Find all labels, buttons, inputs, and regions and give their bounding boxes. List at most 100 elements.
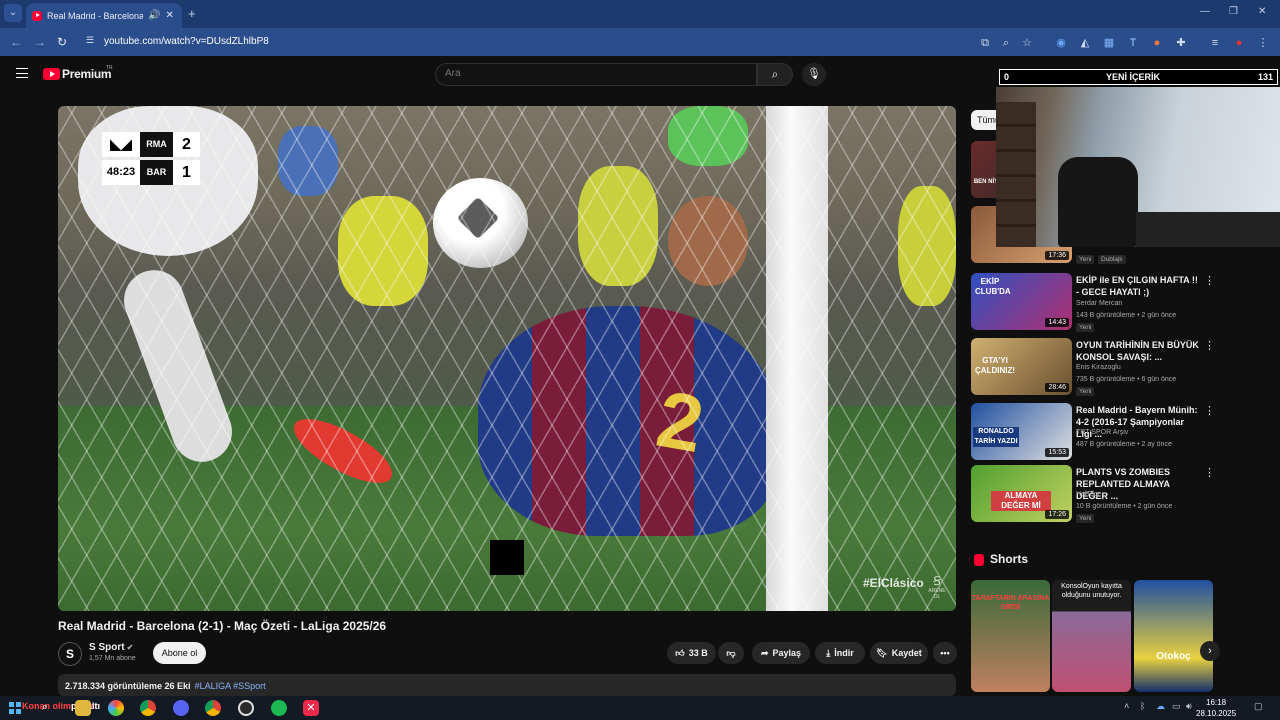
extension-icon[interactable]: ◉ [1054,36,1068,50]
webcam-desk [1136,212,1280,247]
short-caption: TARAFTARIN ARASINA GİRDİ [971,595,1050,611]
translate-icon[interactable]: T [1126,36,1140,50]
more-vertical-icon[interactable]: ⋮ [1204,466,1215,479]
install-app-icon[interactable]: ⧉ [978,36,992,50]
youtube-logo-icon[interactable] [43,68,60,80]
new-badge: Yeni [1076,514,1095,523]
tab-search-button[interactable]: ⌄ [4,4,22,22]
like-button[interactable]: 👍︎ 33 B [667,642,716,664]
extension-icon[interactable]: ▦ [1102,36,1116,50]
shorts-icon [974,554,984,566]
chevron-up-icon[interactable]: ˄ [1124,701,1129,711]
cloud-icon[interactable]: ☁ [1156,701,1165,712]
tray-clock[interactable]: 16:18 28.10.2025 [1196,697,1236,719]
channel-avatar[interactable]: S [58,642,82,666]
laliga-logo-icon: ◣◢ [102,132,140,157]
windows-start-icon[interactable] [9,702,21,714]
away-score: 1 [173,160,200,185]
more-vertical-icon[interactable]: ⋮ [1204,274,1215,287]
reload-icon[interactable]: ↻ [57,35,67,49]
home-score: 2 [173,132,200,157]
address-bar[interactable]: ☰ youtube.com/watch?v=DUsdZLhlbP8 ⧉ ⌕ ☆ … [80,31,1269,53]
minimize-icon[interactable]: — [1200,6,1210,17]
notification-icon[interactable]: ▢ [1254,701,1263,712]
redaction-block [490,540,524,575]
recommendation-thumbnail[interactable]: EKİP CLUB'DA 14:43 [971,273,1072,330]
verified-check-icon: ✔ [126,643,134,652]
recommendation-title[interactable]: OYUN TARİHİNİN EN BÜYÜK KONSOL SAVAŞI: .… [1076,339,1201,363]
share-button[interactable]: ➦ Paylaş [752,642,810,664]
more-vertical-icon[interactable]: ⋮ [1204,339,1215,352]
channel-name-text[interactable]: S Sport [89,642,125,653]
hamburger-menu-icon[interactable] [16,68,28,78]
save-button[interactable]: 🔖︎ Kaydet [870,642,928,664]
bluetooth-icon[interactable]: ᛒ [1140,701,1145,711]
video-player[interactable]: 2 ◣◢ RMA 2 48:23 BAR 1 #ElClásico Ꞩ AREN… [58,106,956,611]
brand-label[interactable]: Premium [62,67,112,81]
site-info-icon[interactable]: ☰ [86,35,98,47]
media-icon[interactable]: ≡ [1208,36,1222,50]
recommendation-title[interactable]: EKİP ile EN ÇILGIN HAFTA !! - GECE HAYAT… [1076,274,1201,298]
recommendation-channel[interactable]: Serdar Mercan [1076,300,1122,307]
search-box[interactable] [435,63,757,86]
recommendation-channel[interactable]: Enis Kirazoglu [1076,364,1121,371]
app-icon[interactable]: ✕ [303,700,319,716]
forward-icon[interactable]: → [34,35,46,49]
extension-icon[interactable]: ● [1150,36,1164,50]
recommendation-thumbnail[interactable]: RONALDO TARİH YAZDI 15:53 [971,403,1072,460]
hashtags[interactable]: #LALIGA #SSport [195,681,266,691]
search-input[interactable] [445,68,725,79]
thumbs-down-icon: 👎︎ [726,647,736,658]
download-icon: ⤓ [826,647,831,658]
recommendation-channel[interactable]: HelTegr [1076,491,1100,498]
short-card[interactable]: TARAFTARIN ARASINA GİRDİ [971,580,1050,692]
shorts-next-button[interactable]: › [1200,641,1220,661]
search-button[interactable]: ⌕ [757,63,793,86]
recommendation-thumbnail[interactable]: GTA'YI ÇALDINIZ! 28:46 [971,338,1072,395]
back-icon[interactable]: ← [10,35,22,49]
download-button[interactable]: ⤓ İndir [815,642,865,664]
discord-icon[interactable] [173,700,189,716]
voice-search-button[interactable]: 🎙 [802,63,826,86]
url-text[interactable]: youtube.com/watch?v=DUsdZLhlbP8 [104,36,269,47]
file-explorer-icon[interactable] [75,700,91,716]
away-team: BAR [140,160,173,185]
avatar[interactable]: ● [1232,36,1246,50]
search-icon[interactable]: ⌕ [42,701,58,717]
new-tab-icon[interactable]: + [188,6,196,21]
recommendation-channel[interactable]: TRT SPOR Arşiv [1076,429,1128,436]
chrome-icon[interactable] [140,700,156,716]
microphone-icon: 🎙 [807,68,821,80]
restore-icon[interactable]: ❐ [1229,6,1238,17]
short-card[interactable]: Otokoç [1134,580,1213,692]
speaker-icon[interactable]: 🔊 [148,10,160,21]
dislike-button[interactable]: 👎︎ [718,642,744,664]
duration-badge: 28:46 [1045,383,1069,392]
puzzle-icon[interactable]: ✚ [1174,36,1188,50]
more-vertical-icon[interactable]: ⋮ [1204,404,1215,417]
recommendation-thumbnail[interactable]: ALMAYA DEĞER Mİ 17:26 [971,465,1072,522]
more-actions-button[interactable]: ••• [933,642,957,664]
network-icon[interactable]: ▭ [1172,701,1181,712]
subscribe-button[interactable]: Abone ol [153,642,206,664]
new-badge: Yeni [1076,255,1095,264]
tab-active[interactable]: Real Madrid - Barcelona (2-1) - Maç Özet… [26,3,182,28]
browser-toolbar: ← → ↻ ☰ youtube.com/watch?v=DUsdZLhlbP8 … [0,28,1280,56]
close-icon[interactable]: ✕ [165,10,173,21]
taskbar: Konan olimpiadar penaltı ⌕ ✕ ˄ ᛒ ☁ ▭ 🔊︎ … [0,696,1280,720]
chrome-icon[interactable] [205,700,221,716]
app-icon[interactable] [108,700,124,716]
description-box[interactable]: 2.718.334 görüntüleme 26 Eki #LALIGA #SSp… [58,674,956,696]
extension-icon[interactable]: ◭ [1078,36,1092,50]
zoom-icon[interactable]: ⌕ [999,36,1013,50]
kebab-menu-icon[interactable]: ⋮ [1256,36,1270,50]
short-card[interactable]: KonsolOyun kayıtta olduğunu unutuyor. [1052,580,1131,692]
bookmark-star-icon[interactable]: ☆ [1020,36,1034,50]
overlay-label: YENİ İÇERİK [1106,72,1161,82]
window-close-icon[interactable]: ✕ [1258,6,1266,17]
obs-icon[interactable] [238,700,254,716]
channel-name[interactable]: S Sport ✔ [89,642,133,653]
spotify-icon[interactable] [271,700,287,716]
volume-icon[interactable]: 🔊︎ [1186,701,1192,712]
hashtag-watermark: #ElClásico [863,576,924,590]
